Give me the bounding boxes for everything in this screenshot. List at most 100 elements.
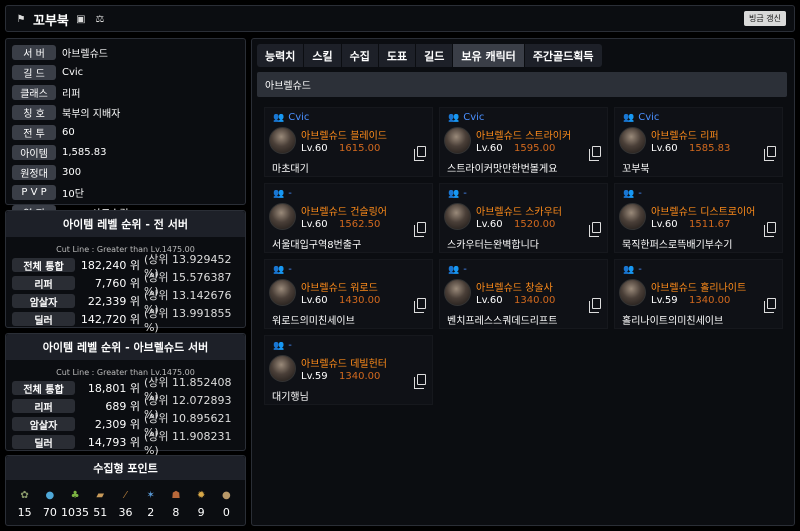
character-card[interactable]: 👥 - 아브렐슈드 워로드 Lv.60 1430.00 워로드의미친세이브 — [264, 259, 433, 329]
collectible-item[interactable]: ✶ 2 — [139, 488, 163, 520]
rank-value: 689 위 — [105, 400, 140, 413]
character-card[interactable]: 👥 Cvic 아브렐슈드 리퍼 Lv.60 1585.83 꼬부북 — [614, 107, 783, 177]
copy-icon[interactable] — [764, 222, 776, 237]
refresh-button[interactable]: 빙금 갱신 — [744, 11, 786, 26]
character-name: 묵직한퍼스로뜩배기부수기 — [622, 240, 733, 251]
sea-bounty-icon: ● — [221, 489, 231, 501]
collectible-item[interactable]: ♣ 1035 — [61, 488, 89, 520]
collectible-item[interactable]: ✿ 15 — [13, 488, 37, 520]
server-group-header: 아브렐슈드 — [257, 72, 787, 97]
class-label: 디스트로이어 — [700, 207, 756, 218]
scale-icon[interactable]: ⚖ — [93, 13, 107, 27]
character-name: 워로드의미친세이브 — [272, 316, 355, 327]
tab-2[interactable]: 수집 — [341, 44, 378, 67]
character-avatar — [619, 279, 646, 306]
server-class: 아브렐슈드 리퍼 — [651, 127, 719, 142]
guild-label: - — [288, 340, 292, 351]
character-card[interactable]: 👥 - 아브렐슈드 창술사 Lv.60 1340.00 벤치프레스스쿼데드리프트 — [439, 259, 608, 329]
tab-5[interactable]: 보유 캐릭터 — [453, 44, 524, 67]
tab-0[interactable]: 능력치 — [257, 44, 304, 67]
level-label: Lv.59 — [301, 371, 328, 382]
character-card[interactable]: 👥 Cvic 아브렐슈드 스트라이커 Lv.60 1595.00 스트라이커맛만한번볼게요 — [439, 107, 608, 177]
profile-value: 리퍼 — [62, 88, 81, 100]
tab-4[interactable]: 길드 — [416, 44, 453, 67]
rank-label: 리퍼 — [12, 276, 76, 291]
collectible-item[interactable]: ● 0 — [214, 488, 238, 520]
rank-value: 182,240 위 — [80, 259, 140, 272]
users-icon: 👥 — [448, 264, 460, 275]
collectible-item[interactable]: ● 70 — [38, 488, 62, 520]
collectible-item[interactable]: ⁄ 36 — [113, 488, 137, 520]
rank-value: 18,801 위 — [87, 382, 140, 395]
character-card[interactable]: 👥 - 아브렐슈드 건슬링어 Lv.60 1562.50 서울대입구역8번출구 — [264, 183, 433, 253]
collectible-value: 9 — [197, 506, 205, 519]
profile-row: 길 드 Cvic — [6, 62, 245, 82]
copy-icon[interactable] — [589, 298, 601, 313]
guild-label: Cvic — [463, 112, 485, 123]
collectible-value: 0 — [222, 506, 230, 519]
id-card-icon[interactable]: ▣ — [74, 13, 88, 27]
collectible-row: ✿ 15 ● 70 ♣ 1035 ▰ 51 ⁄ 36 ✶ 2 ☗ 8 ✹ 9 ● 0 — [6, 480, 245, 520]
copy-icon[interactable] — [414, 146, 426, 161]
users-icon: 👥 — [273, 188, 285, 199]
copy-icon[interactable] — [414, 298, 426, 313]
collectible-item[interactable]: ▰ 51 — [88, 488, 112, 520]
guild-name: 👥 - — [623, 264, 642, 275]
character-card[interactable]: 👥 - 아브렐슈드 데빌헌터 Lv.59 1340.00 대기행님 — [264, 335, 433, 405]
server-class: 아브렐슈드 스트라이커 — [476, 127, 571, 142]
server-label: 아브렐슈드 — [301, 283, 347, 294]
character-avatar — [619, 127, 646, 154]
tab-6[interactable]: 주간골드획득 — [524, 44, 602, 67]
rank-label: 딜러 — [12, 435, 76, 450]
copy-icon[interactable] — [764, 146, 776, 161]
item-level-label: 1615.00 — [339, 143, 381, 154]
rank-label: 암살자 — [12, 294, 76, 309]
bookmark-icon[interactable]: ⚑ — [14, 13, 28, 27]
collectible-value: 70 — [42, 506, 57, 519]
character-card[interactable]: 👥 - 아브렐슈드 디스트로이어 Lv.60 1511.67 묵직한퍼스로뜩배기부수기 — [614, 183, 783, 253]
server-label: 아브렐슈드 — [301, 359, 347, 370]
collectible-item[interactable]: ✹ 9 — [189, 488, 213, 520]
character-card[interactable]: 👥 - 아브렐슈드 스카우터 Lv.60 1520.00 스카우터는완벽합니다 — [439, 183, 608, 253]
server-class: 아브렐슈드 건슬링어 — [301, 203, 387, 218]
copy-icon[interactable] — [589, 222, 601, 237]
copy-icon[interactable] — [589, 146, 601, 161]
rank-server-rows: 전체 통합 18,801 위 (상위 11.852408 %) 리퍼 689 위 (상위 … — [6, 376, 245, 457]
collectible-value: 8 — [172, 506, 180, 519]
copy-icon[interactable] — [414, 222, 426, 237]
mokoko-seed-icon: ✿ — [20, 489, 29, 501]
item-level-label: 1520.00 — [514, 219, 556, 230]
rank-label: 리퍼 — [12, 399, 76, 414]
server-label: 아브렐슈드 — [301, 131, 347, 142]
rank-value: 2,309 위 — [94, 418, 140, 431]
copy-icon[interactable] — [764, 298, 776, 313]
tab-1[interactable]: 스킬 — [304, 44, 341, 67]
main-panel: 능력치 스킬 수집 도표 길드 보유 캐릭터 주간골드획득 아브렐슈드 👥 Cvic 아브렐슈드… — [251, 38, 795, 526]
tab-bar: 능력치 스킬 수집 도표 길드 보유 캐릭터 주간골드획득 — [257, 44, 603, 67]
character-name: 벤치프레스스쿼데드리프트 — [447, 316, 558, 327]
character-name: 마초대기 — [272, 164, 309, 175]
tab-3[interactable]: 도표 — [378, 44, 416, 67]
copy-icon[interactable] — [414, 374, 426, 389]
character-avatar — [444, 279, 471, 306]
level-label: Lv.60 — [651, 143, 678, 154]
collectible-value: 2 — [147, 506, 155, 519]
server-class: 아브렐슈드 데빌헌터 — [301, 355, 387, 370]
collectible-item[interactable]: ☗ 8 — [164, 488, 188, 520]
server-label: 아브렐슈드 — [476, 131, 522, 142]
character-card[interactable]: 👥 - 아브렐슈드 홀리나이트 Lv.59 1340.00 홀리나이트의미친세이브 — [614, 259, 783, 329]
item-level-label: 1511.67 — [689, 219, 731, 230]
users-icon: 👥 — [448, 188, 460, 199]
rank-all-server-panel: 아이템 레벨 순위 - 전 서버 Cut Line : Greater than… — [5, 210, 246, 334]
guild-label: - — [463, 264, 467, 275]
character-avatar — [619, 203, 646, 230]
profile-panel: 서 버 아브렐슈드 길 드 Cvic 클래스 리퍼 칭 호 북부의 지배자 전 투 60 아이템 1,… — [5, 38, 246, 220]
profile-row: 전 투 60 — [6, 122, 245, 142]
character-avatar — [269, 279, 296, 306]
guild-label: - — [638, 188, 642, 199]
users-icon: 👥 — [273, 340, 285, 351]
title-wrap: ⚑ 꼬부북 ▣ ⚖ — [14, 10, 107, 29]
character-card[interactable]: 👥 Cvic 아브렐슈드 블레이드 Lv.60 1615.00 마초대기 — [264, 107, 433, 177]
server-label: 아브렐슈드 — [476, 207, 522, 218]
rank-row: 딜러 142,720 위 (상위 13.991855 %) — [6, 307, 245, 334]
